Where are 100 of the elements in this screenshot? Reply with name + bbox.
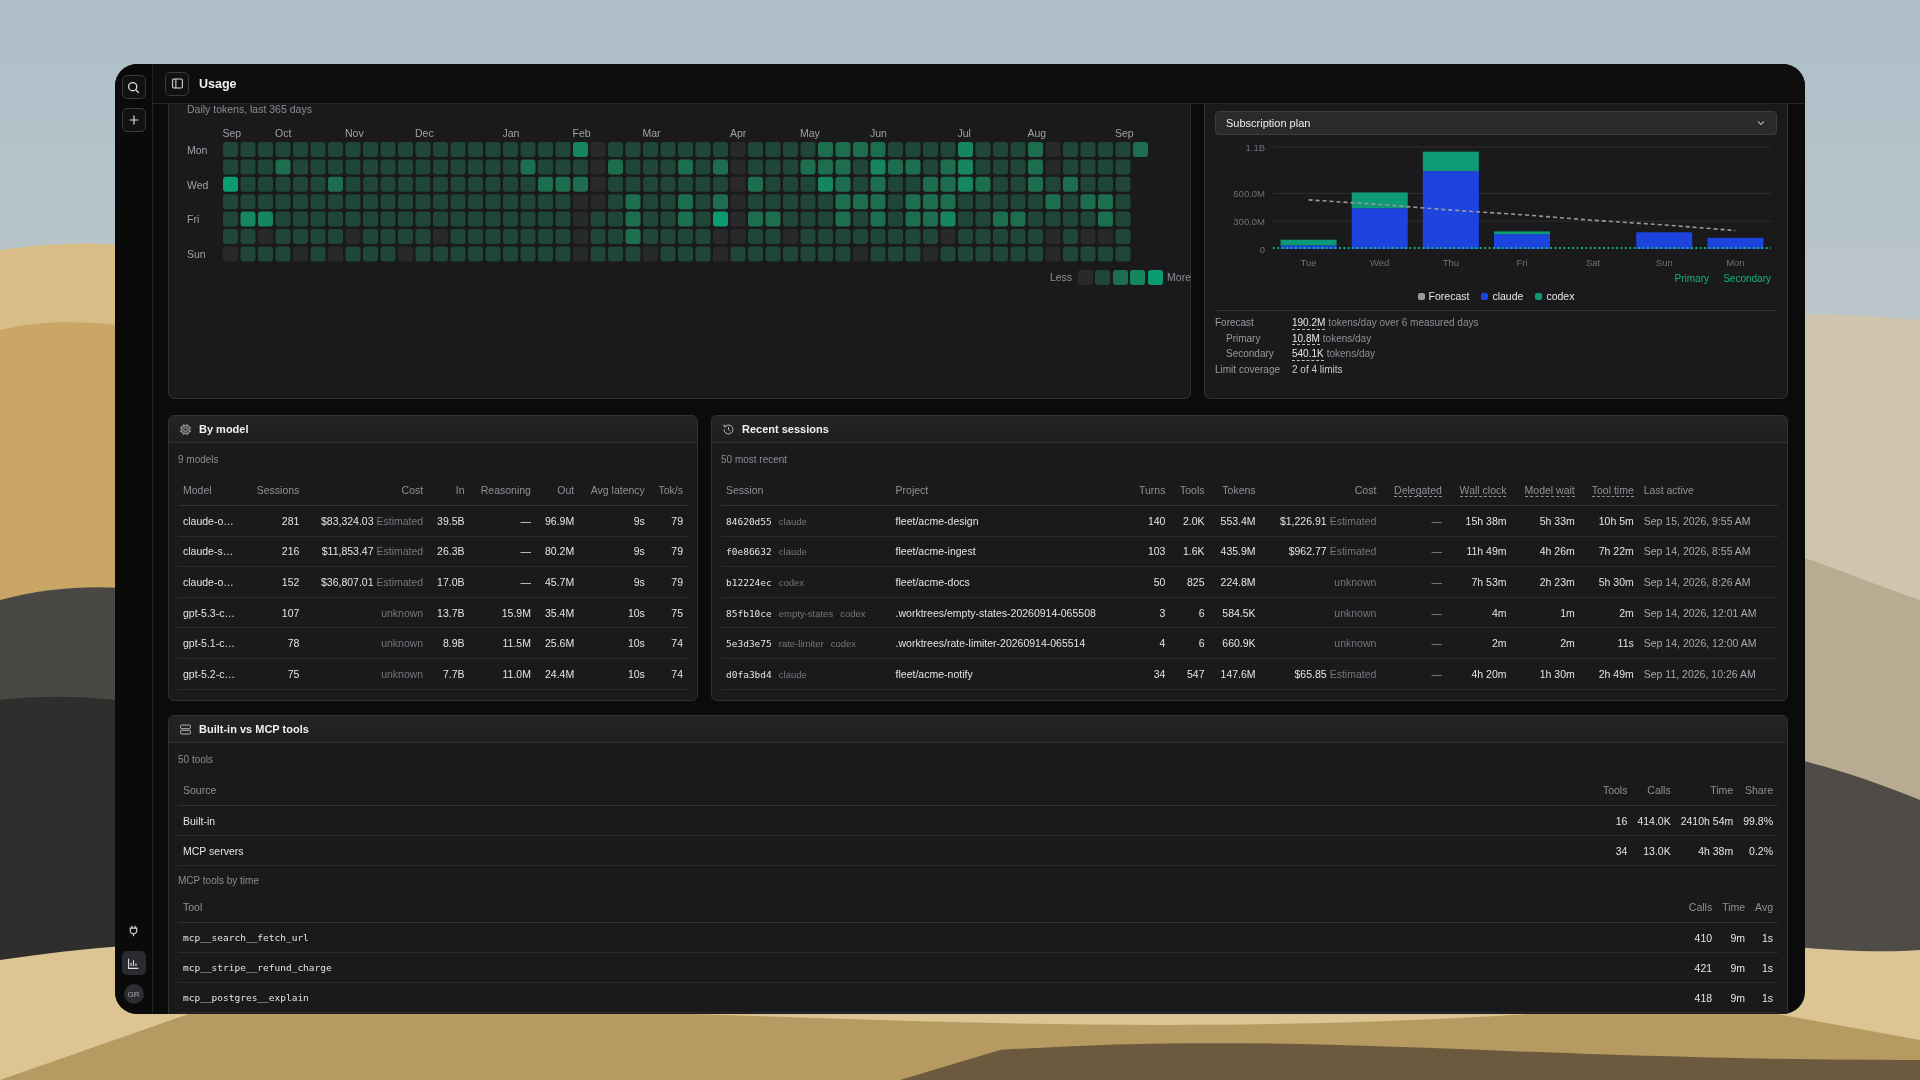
search-button[interactable] [121,75,146,99]
table-cell: 11s [1579,627,1639,659]
table-cell: 103 [1129,536,1171,567]
legend-swatch [1147,269,1163,285]
cost-value: $1,226.91 [1279,514,1327,527]
cost-value: $11,853.47 [321,545,374,558]
table-cell: 418 [1683,982,1718,1013]
month-label: Sep [1115,126,1134,139]
table-cell: 99.8% [1738,805,1778,836]
column-header[interactable]: Wall clock [1459,484,1507,497]
table-cell: 13.0K [1632,835,1676,866]
table-cell: 10h 5m [1579,505,1639,537]
table-cell: 9s [579,505,650,537]
table-cell: 24.4M [535,658,580,690]
legend-label: claude [1492,290,1524,302]
session-tag: rate-limiter [778,638,824,650]
session-tag: claude [778,546,807,558]
session-tag: codex [830,638,856,650]
column-header: Tools [1602,784,1628,796]
usage-nav-button[interactable] [121,951,146,975]
limit-label: Primary [1674,273,1709,284]
session-id: 84620d55 [726,515,772,527]
table-cell: 10s [579,658,650,690]
table-cell: 152 [246,566,305,598]
month-label: Feb [572,126,591,139]
session-tag: codex [840,607,866,619]
legend-label: Less [1049,271,1073,284]
new-button[interactable] [121,108,146,132]
table-cell: 74 [649,627,688,659]
user-avatar[interactable]: GR [123,984,144,1004]
cost-note: Estimated [1329,667,1377,680]
table-cell: 1s [1750,982,1778,1013]
column-header[interactable]: Delegated [1394,484,1442,497]
column-header: Cost [401,484,424,496]
cost-note: unknown [381,606,424,619]
session-id: b12224ec [726,577,772,588]
table-cell: 107 [246,597,305,628]
x-tick-label: Thu [1442,257,1460,268]
y-tick-label: 0 [1259,243,1265,255]
table-cell: 660.9K [1209,627,1261,659]
limit-label: Secondary [1723,273,1771,284]
bar-chart-icon [127,956,140,970]
table-cell: 7h 53m [1446,566,1512,598]
table-cell: 15.9M [469,597,536,628]
chevron-down-icon [1756,118,1766,128]
table-cell: 5h 30m [1579,566,1639,598]
table-cell: 16 [1597,805,1633,836]
session-id: f0e86632 [726,546,772,558]
table-cell: — [1381,627,1447,659]
table-cell: 7h 22m [1579,536,1639,567]
table-cell: 9m [1717,922,1751,953]
card-title: Recent sessions [742,423,829,435]
table-cell: 4 [1129,627,1171,659]
table-cell: 11h 49m [1446,536,1512,567]
table-cell: 8.9B [428,627,470,659]
cost-value: $36,807.01 [320,576,374,588]
table-cell: 17.0B [428,566,470,598]
table-cell: Sep 14, 2026, 12:00 AM [1638,627,1778,659]
session-tag: codex [778,577,805,588]
table-cell: claude-s… [178,536,247,567]
table-cell: 4h 26m [1511,536,1580,567]
legend-label: More [1167,271,1191,284]
column-header: Sessions [256,484,300,496]
column-header: Model [183,484,212,496]
x-tick-label: Fri [1516,257,1528,268]
table-cell: 2.0K [1170,505,1210,537]
column-header: In [455,484,465,496]
month-label: Jul [957,126,971,139]
panel-icon [170,77,184,90]
card-subtitle: 9 models [178,453,220,467]
session-id: d0fa3bd4 [726,668,772,680]
column-header: Time [1722,901,1746,913]
weekday-label: Fri [187,213,201,226]
column-header: Session [726,484,764,496]
legend-swatch [1130,269,1146,285]
month-label: Sep [222,126,242,139]
weekday-label: Mon [187,143,209,156]
table-cell: 39.5B [428,505,470,537]
column-header[interactable]: Model wait [1524,484,1575,497]
table-cell: 11.5M [469,627,536,659]
month-label: Jun [870,126,887,139]
cost-note: unknown [1334,606,1377,619]
stat-detail: tokens/day [1322,332,1372,345]
table-cell: 584.5K [1209,597,1261,628]
cost-note: unknown [381,637,424,650]
table-cell: fleet/acme-ingest [890,536,1130,567]
column-header: Out [557,484,575,496]
column-header: Calls [1688,901,1713,913]
sidebar-toggle-button[interactable] [165,71,189,96]
table-cell: 0.2% [1738,835,1778,866]
legend-label: codex [1546,290,1575,302]
month-label: May [800,126,820,139]
table-cell: 34 [1129,658,1171,690]
table-cell: 1m [1511,597,1580,628]
table-cell: 825 [1170,566,1210,598]
column-header: Last active [1643,484,1694,496]
plan-select[interactable]: Subscription plan [1215,111,1777,135]
column-header[interactable]: Tool time [1591,484,1634,497]
column-header: Reasoning [480,484,531,496]
table-cell: 435.9M [1209,536,1261,567]
